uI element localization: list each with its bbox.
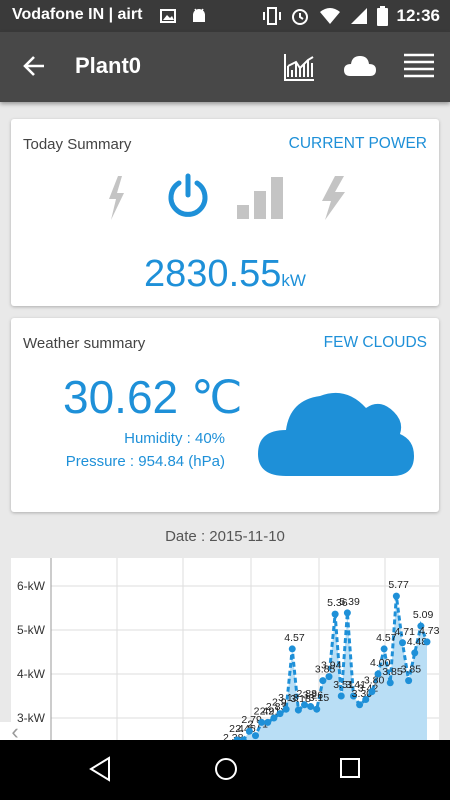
data-point: [374, 670, 382, 678]
nav-bar: [0, 740, 450, 800]
back-arrow-icon[interactable]: [22, 54, 46, 78]
data-point: [343, 609, 351, 617]
data-point: [252, 732, 259, 740]
power-number: 2830.55: [144, 253, 282, 295]
data-label: 3.15: [309, 692, 330, 704]
data-point: [399, 639, 406, 647]
y-tick-label: 4-kW: [17, 667, 46, 681]
vibrate-icon: [262, 7, 281, 25]
data-point: [301, 701, 308, 709]
temperature-value: 30.62 ℃: [63, 371, 243, 423]
pressure-label: Pressure : 954.84 (hPa): [65, 453, 225, 470]
chart-icon[interactable]: [283, 52, 315, 82]
flash-auto-icon: [322, 176, 345, 220]
today-summary-card: Today Summary CURRENT POWER 2830.55kW: [11, 119, 439, 306]
today-summary-title: Today Summary: [23, 136, 132, 153]
data-point: [356, 701, 364, 709]
date-label: Date : 2015-11-10: [165, 528, 285, 545]
data-point: [368, 688, 376, 696]
data-point: [294, 706, 302, 714]
android-icon: [193, 8, 205, 22]
current-power-value: 2830.55kW: [11, 253, 439, 296]
data-point: [325, 673, 333, 681]
data-point: [258, 718, 266, 726]
data-label: 3.94: [321, 660, 342, 672]
flash-icon: [109, 176, 124, 220]
signal-icon: [237, 177, 283, 219]
nav-recents-icon[interactable]: [339, 756, 361, 780]
weather-summary-title: Weather summary: [23, 335, 146, 352]
data-point: [282, 705, 290, 713]
data-point: [362, 696, 370, 704]
data-point: [386, 679, 394, 687]
data-point: [319, 677, 327, 685]
y-tick-label: 6-kW: [17, 579, 46, 593]
cloud-icon[interactable]: [343, 52, 377, 78]
data-label: 4.73: [419, 625, 439, 637]
weather-cloud-icon: [258, 392, 414, 476]
data-point: [411, 649, 419, 657]
page-title: Plant0: [75, 53, 142, 78]
data-point: [270, 714, 278, 722]
status-bar: Vodafone IN | airt 12:36: [0, 0, 450, 32]
data-point: [288, 645, 296, 653]
signal-strength-icon: [350, 8, 367, 24]
humidity-label: Humidity : 40%: [124, 430, 225, 447]
data-point: [423, 638, 431, 646]
menu-icon[interactable]: [404, 52, 434, 80]
battery-icon: [376, 6, 388, 26]
clock: 12:36: [396, 6, 440, 25]
carrier-label: Vodafone IN | airt: [12, 6, 143, 23]
data-point: [405, 677, 413, 685]
status-icons: 12:36: [262, 6, 440, 26]
data-point: [331, 610, 339, 618]
data-label: 3.85: [401, 664, 422, 676]
nav-back-icon[interactable]: [88, 756, 112, 782]
app-bar: Plant0: [0, 32, 450, 102]
data-label: 5.77: [388, 579, 409, 591]
scroll-left-icon[interactable]: ‹: [0, 721, 30, 743]
data-point: [380, 645, 388, 653]
weather-condition: FEW CLOUDS: [323, 334, 427, 351]
y-tick-label: 5-kW: [17, 623, 46, 637]
data-label: 5.09: [413, 609, 434, 621]
data-point: [276, 710, 284, 718]
alarm-icon: [291, 9, 308, 25]
wifi-icon: [319, 8, 340, 24]
image-notification-icon: [160, 9, 176, 23]
nav-home-icon[interactable]: [213, 756, 239, 782]
data-point: [313, 705, 321, 713]
data-label: 5.39: [339, 596, 360, 608]
power-chart: 6-kW 5-kW 4-kW 3-kW 2.38 2.4 2.45 2.79 2.71 2.42 2…: [11, 558, 439, 740]
data-point: [392, 592, 400, 600]
data-label: 4.57: [284, 632, 305, 644]
weather-summary-card: Weather summary FEW CLOUDS 30.62 ℃ Humid…: [11, 318, 439, 512]
power-chart-svg: 6-kW5-kW4-kW3-kW2.382.42.452.792.712.422…: [17, 558, 439, 740]
power-icon[interactable]: [165, 173, 211, 219]
data-point: [337, 692, 345, 700]
power-unit: kW: [281, 271, 306, 290]
data-point: [264, 718, 272, 726]
current-power-label: CURRENT POWER: [288, 135, 427, 152]
